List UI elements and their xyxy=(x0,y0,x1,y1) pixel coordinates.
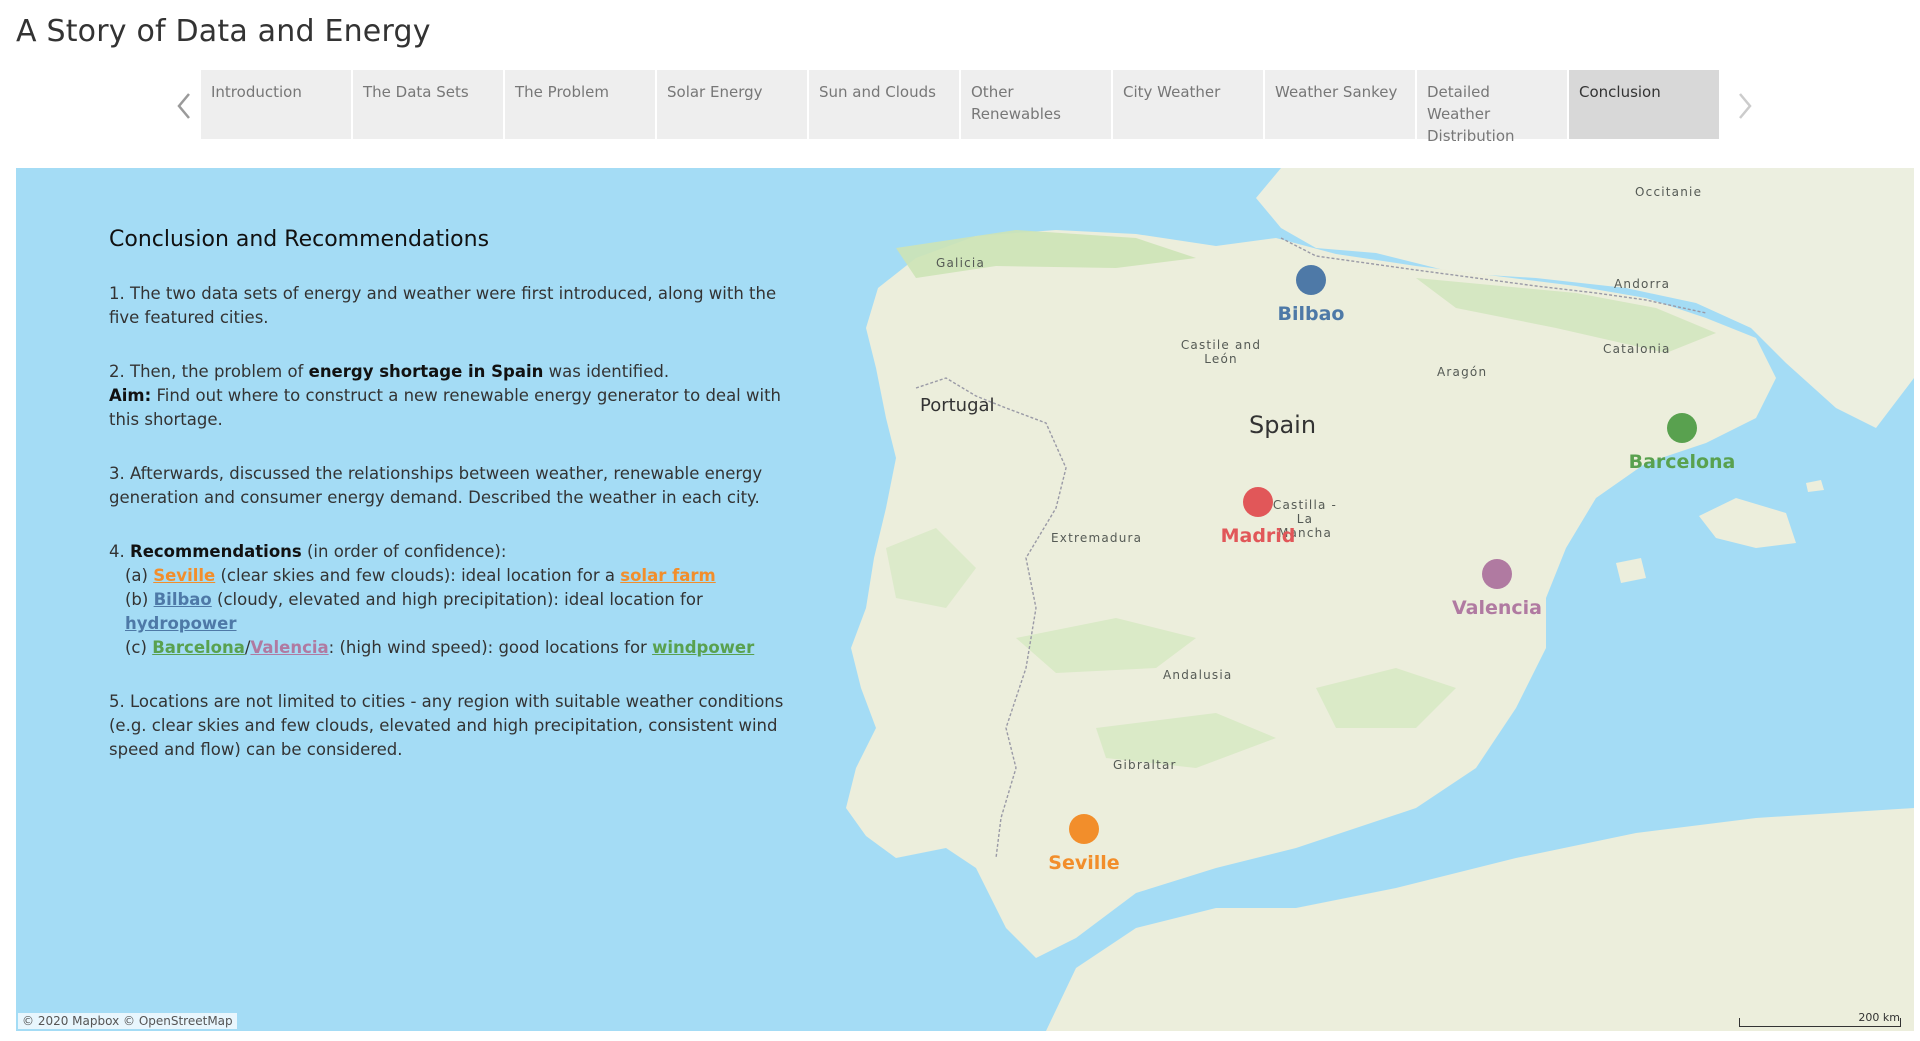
conclusion-heading: Conclusion and Recommendations xyxy=(109,227,490,252)
windpower-link[interactable]: windpower xyxy=(652,638,754,657)
city-marker-valencia[interactable] xyxy=(1482,559,1512,589)
chevron-right-icon xyxy=(1739,93,1752,119)
region-label-occitanie: Occitanie xyxy=(1635,185,1703,199)
region-label-andalusia: Andalusia xyxy=(1163,668,1233,682)
conclusion-text-panel: Conclusion and Recommendations 1. The tw… xyxy=(109,228,799,792)
tab-solar-energy[interactable]: Solar Energy xyxy=(657,70,807,139)
tab-weather-sankey[interactable]: Weather Sankey xyxy=(1265,70,1415,139)
map-view[interactable]: Occitanie Galicia Andorra Castile and Le… xyxy=(16,168,1914,1031)
story-title: A Story of Data and Energy xyxy=(16,14,431,49)
city-marker-madrid[interactable] xyxy=(1243,487,1273,517)
tab-the-data-sets[interactable]: The Data Sets xyxy=(353,70,503,139)
map-attribution[interactable]: © 2020 Mapbox © OpenStreetMap xyxy=(18,1013,237,1029)
region-label-catalonia: Catalonia xyxy=(1603,342,1671,356)
tab-city-weather[interactable]: City Weather xyxy=(1113,70,1263,139)
previous-story-point-button[interactable] xyxy=(172,86,196,126)
valencia-link[interactable]: Valencia xyxy=(250,638,328,657)
country-label-portugal: Portugal xyxy=(920,395,995,416)
recommendation-c: (c) Barcelona/Valencia: (high wind speed… xyxy=(125,638,755,657)
map-scale-bar: 200 km xyxy=(1739,1011,1904,1027)
city-marker-seville[interactable] xyxy=(1069,814,1099,844)
city-label-bilbao: Bilbao xyxy=(1277,303,1345,325)
conclusion-point-5: 5. Locations are not limited to cities -… xyxy=(109,692,784,759)
tab-introduction[interactable]: Introduction xyxy=(201,70,351,139)
city-marker-bilbao[interactable] xyxy=(1296,265,1326,295)
recommendation-a: (a) Seville (clear skies and few clouds)… xyxy=(125,566,716,585)
city-label-valencia: Valencia xyxy=(1451,597,1542,619)
conclusion-point-3: 3. Afterwards, discussed the relationshi… xyxy=(109,464,763,507)
tab-the-problem[interactable]: The Problem xyxy=(505,70,655,139)
chevron-left-icon xyxy=(177,93,190,119)
story-navigator: Introduction The Data Sets The Problem S… xyxy=(201,70,1719,145)
region-label-aragon: Aragón xyxy=(1437,365,1488,379)
hydropower-link[interactable]: hydropower xyxy=(125,614,237,633)
bilbao-link[interactable]: Bilbao xyxy=(154,590,212,609)
solar-farm-link[interactable]: solar farm xyxy=(620,566,715,585)
seville-link[interactable]: Seville xyxy=(153,566,215,585)
region-label-extremadura: Extremadura xyxy=(1051,531,1143,545)
scale-label: 200 km xyxy=(1858,1011,1900,1024)
region-label-gibraltar: Gibraltar xyxy=(1113,758,1177,772)
city-label-barcelona: Barcelona xyxy=(1628,451,1736,473)
city-marker-barcelona[interactable] xyxy=(1667,413,1697,443)
recommendation-b: (b) Bilbao (cloudy, elevated and high pr… xyxy=(125,590,703,633)
city-label-madrid: Madrid xyxy=(1220,525,1296,547)
barcelona-link[interactable]: Barcelona xyxy=(152,638,245,657)
tab-sun-and-clouds[interactable]: Sun and Clouds xyxy=(809,70,959,139)
next-story-point-button[interactable] xyxy=(1733,86,1757,126)
tab-other-renewables[interactable]: Other Renewables xyxy=(961,70,1111,139)
city-label-seville: Seville xyxy=(1048,852,1120,874)
conclusion-point-4: 4. Recommendations (in order of confiden… xyxy=(109,540,799,660)
region-label-andorra: Andorra xyxy=(1614,277,1671,291)
conclusion-point-1: 1. The two data sets of energy and weath… xyxy=(109,284,777,327)
region-label-castile-leon: Castile and León xyxy=(1180,338,1262,366)
country-label-spain: Spain xyxy=(1249,411,1317,439)
tab-detailed-weather-distribution[interactable]: Detailed Weather Distribution xyxy=(1417,70,1567,145)
tab-conclusion[interactable]: Conclusion xyxy=(1569,70,1719,139)
region-label-galicia: Galicia xyxy=(936,256,986,270)
conclusion-point-2: 2. Then, the problem of energy shortage … xyxy=(109,362,782,429)
